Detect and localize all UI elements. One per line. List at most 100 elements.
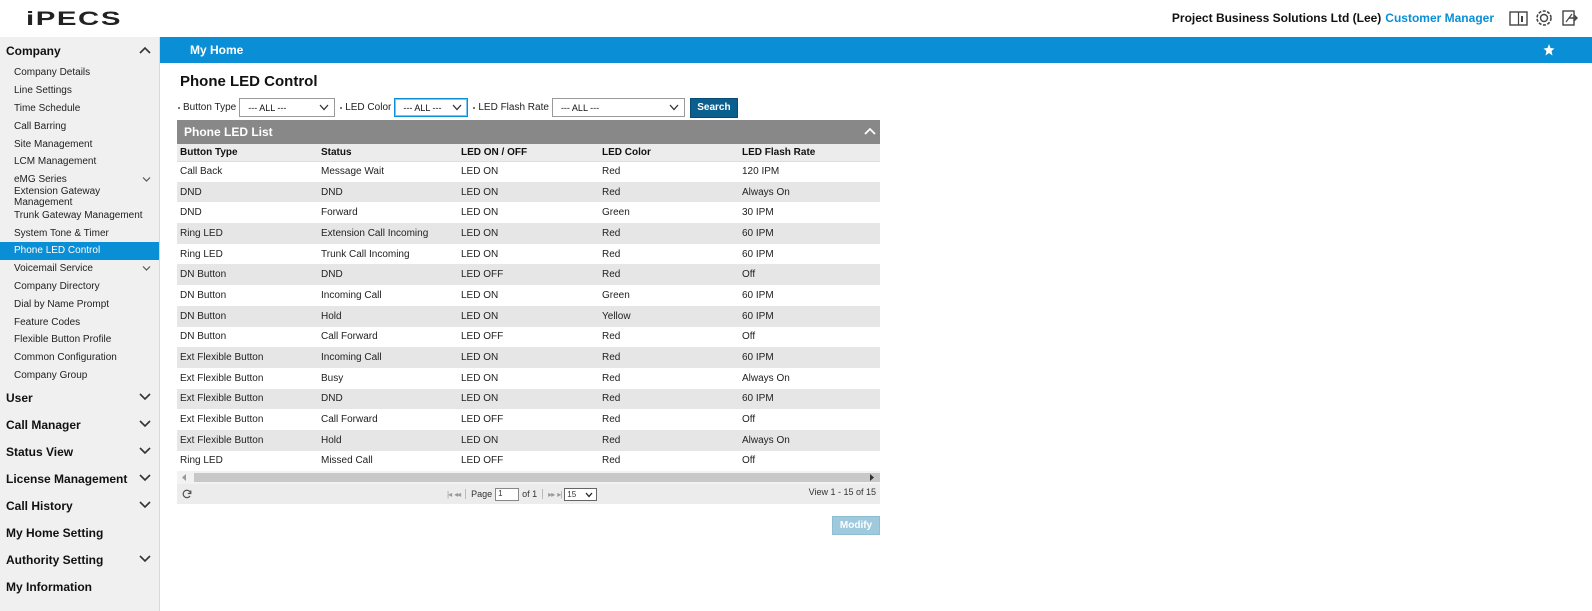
table-row[interactable]: Ext Flexible Button Call Forward LED OFF Re… xyxy=(177,409,880,430)
search-button[interactable]: Search xyxy=(689,97,738,118)
table-row[interactable]: Ring LED Missed Call LED OFF Red Off xyxy=(177,450,880,472)
nav-item-label: Time Schedule xyxy=(14,102,81,114)
page-label: Page xyxy=(471,489,493,500)
nav-category-status-view[interactable]: Status View xyxy=(0,438,159,465)
column-header[interactable]: Status xyxy=(318,144,458,162)
table-row[interactable]: Ext Flexible Button Hold LED ON Red Always O… xyxy=(177,429,880,451)
table-cell: Always On xyxy=(739,181,880,203)
table-row[interactable]: Ext Flexible Button Busy LED ON Red Always O… xyxy=(177,367,880,389)
table-cell: LED ON xyxy=(458,243,599,265)
nav-category-license-management[interactable]: License Management xyxy=(0,465,159,492)
nav-item-system-tone-timer[interactable]: System Tone & Timer xyxy=(0,224,159,242)
nav-item-company-details[interactable]: Company Details xyxy=(0,64,159,82)
table-row[interactable]: DN Button Hold LED ON Yellow 60 IPM xyxy=(177,305,880,327)
table-cell: Ring LED xyxy=(177,223,318,244)
first-page-icon[interactable]: |◂ xyxy=(447,490,452,499)
user-area: Project Business Solutions Ltd (Lee) Cus… xyxy=(1172,8,1580,28)
column-header[interactable]: LED Color xyxy=(599,144,739,162)
nav-category-call-history[interactable]: Call History xyxy=(0,492,159,519)
nav-item-lcm-management[interactable]: LCM Management xyxy=(0,153,159,171)
nav-item-time-schedule[interactable]: Time Schedule xyxy=(0,100,159,118)
led-flash-rate-select[interactable]: --- ALL --- xyxy=(551,98,685,117)
table-cell: Ext Flexible Button xyxy=(177,388,318,410)
chevron-down-icon xyxy=(139,447,151,455)
nav-item-call-barring[interactable]: Call Barring xyxy=(0,117,159,135)
nav-item-flexible-button-profile[interactable]: Flexible Button Profile xyxy=(0,331,159,349)
table-cell: 60 IPM xyxy=(739,285,880,306)
led-color-select[interactable]: --- ALL --- xyxy=(394,98,469,117)
chevron-up-icon[interactable] xyxy=(864,126,876,136)
table-cell: Ring LED xyxy=(177,450,318,472)
chevron-down-icon xyxy=(142,265,151,271)
column-header[interactable]: Button Type xyxy=(177,144,318,162)
horizontal-scrollbar[interactable] xyxy=(177,471,880,485)
nav-item-company-group[interactable]: Company Group xyxy=(0,367,159,385)
table-cell: Red xyxy=(599,347,739,368)
nav-category-my-home-setting[interactable]: My Home Setting xyxy=(0,519,159,546)
column-header[interactable]: LED ON / OFF xyxy=(458,144,599,162)
table-cell: 120 IPM xyxy=(739,161,880,182)
table-row[interactable]: Ring LED Trunk Call Incoming LED ON Red 60 I… xyxy=(177,243,880,265)
nav-category-my-information[interactable]: My Information xyxy=(0,573,159,600)
table-cell: Ring LED xyxy=(177,243,318,265)
table-cell: Busy xyxy=(318,367,458,389)
table-row[interactable]: DN Button Call Forward LED OFF Red Off xyxy=(177,326,880,348)
table-row[interactable]: Ext Flexible Button Incoming Call LED ON Re… xyxy=(177,347,880,368)
nav-category-call-manager[interactable]: Call Manager xyxy=(0,411,159,438)
nav-item-voicemail-service[interactable]: Voicemail Service xyxy=(0,260,159,278)
nav-item-phone-led-control[interactable]: Phone LED Control xyxy=(0,241,159,260)
nav-item-dial-by-name-prompt[interactable]: Dial by Name Prompt xyxy=(0,295,159,313)
refresh-icon[interactable] xyxy=(182,489,192,499)
page-number-input[interactable]: 1 xyxy=(495,487,520,501)
nav-item-label: LCM Management xyxy=(14,156,97,168)
chevron-down-icon xyxy=(139,393,151,401)
nav-item-common-configuration[interactable]: Common Configuration xyxy=(0,349,159,367)
pin-icon[interactable] xyxy=(1542,43,1556,57)
table-row[interactable]: DND DND LED ON Red Always On xyxy=(177,181,880,203)
nav-item-label: Flexible Button Profile xyxy=(14,334,112,346)
nav-item-label: Dial by Name Prompt xyxy=(14,298,110,310)
table-row[interactable]: DN Button DND LED OFF Red Off xyxy=(177,264,880,286)
table-row[interactable]: Ext Flexible Button DND LED ON Red 60 IPM xyxy=(177,388,880,410)
nav-item-extension-gateway-management[interactable]: Extension Gateway Management xyxy=(0,186,159,208)
table-row[interactable]: Call Back Message Wait LED ON Red 120 IPM xyxy=(177,161,880,182)
led-color-value: --- ALL --- xyxy=(403,102,442,113)
settings-icon[interactable] xyxy=(1534,8,1554,28)
table-row[interactable]: DND Forward LED ON Green 30 IPM xyxy=(177,202,880,224)
table-cell: Red xyxy=(599,429,739,451)
page-size-select[interactable]: 15 xyxy=(564,487,598,501)
role-link[interactable]: Customer Manager xyxy=(1385,11,1494,25)
modify-button[interactable]: Modify xyxy=(832,516,880,535)
table-cell: Red xyxy=(599,326,739,348)
topnav-bar: My Home xyxy=(160,37,1592,63)
scroll-left-icon[interactable] xyxy=(180,473,188,482)
nav-category-authority-setting[interactable]: Authority Setting xyxy=(0,546,159,573)
page-title: Phone LED Control xyxy=(180,73,318,90)
scroll-right-icon[interactable] xyxy=(868,473,876,482)
company-name: Project Business Solutions Ltd (Lee) xyxy=(1171,11,1382,25)
nav-item-trunk-gateway-management[interactable]: Trunk Gateway Management xyxy=(0,206,159,224)
scrollbar-thumb[interactable] xyxy=(194,473,880,483)
table-cell: DN Button xyxy=(177,285,318,306)
nav-item-company-directory[interactable]: Company Directory xyxy=(0,278,159,296)
nav-category-label: My Information xyxy=(6,579,92,594)
nav-item-site-management[interactable]: Site Management xyxy=(0,135,159,153)
column-header[interactable]: LED Flash Rate xyxy=(739,144,880,162)
table-cell: DND xyxy=(318,181,458,203)
nav-item-line-settings[interactable]: Line Settings xyxy=(0,82,159,100)
prev-page-icon[interactable]: ◂◂ xyxy=(454,490,461,499)
manual-icon[interactable] xyxy=(1508,8,1528,28)
next-page-icon[interactable]: ▸▸ xyxy=(548,490,555,499)
my-home-tab[interactable]: My Home xyxy=(190,43,243,57)
table-row[interactable]: Ring LED Extension Call Incoming LED ON Red… xyxy=(177,223,880,244)
nav-category-user[interactable]: User xyxy=(0,384,159,411)
led-color-label: LED Color xyxy=(340,102,391,113)
button-type-select[interactable]: --- ALL --- xyxy=(239,98,336,117)
last-page-icon[interactable]: ▸| xyxy=(557,490,562,499)
nav-category-company[interactable]: Company xyxy=(0,37,159,64)
table-row[interactable]: DN Button Incoming Call LED ON Green 60 IPM xyxy=(177,285,880,306)
table-cell: Missed Call xyxy=(318,450,458,472)
nav-category-label: Call Manager xyxy=(6,417,81,432)
logout-icon[interactable] xyxy=(1560,8,1580,28)
nav-item-feature-codes[interactable]: Feature Codes xyxy=(0,313,159,331)
